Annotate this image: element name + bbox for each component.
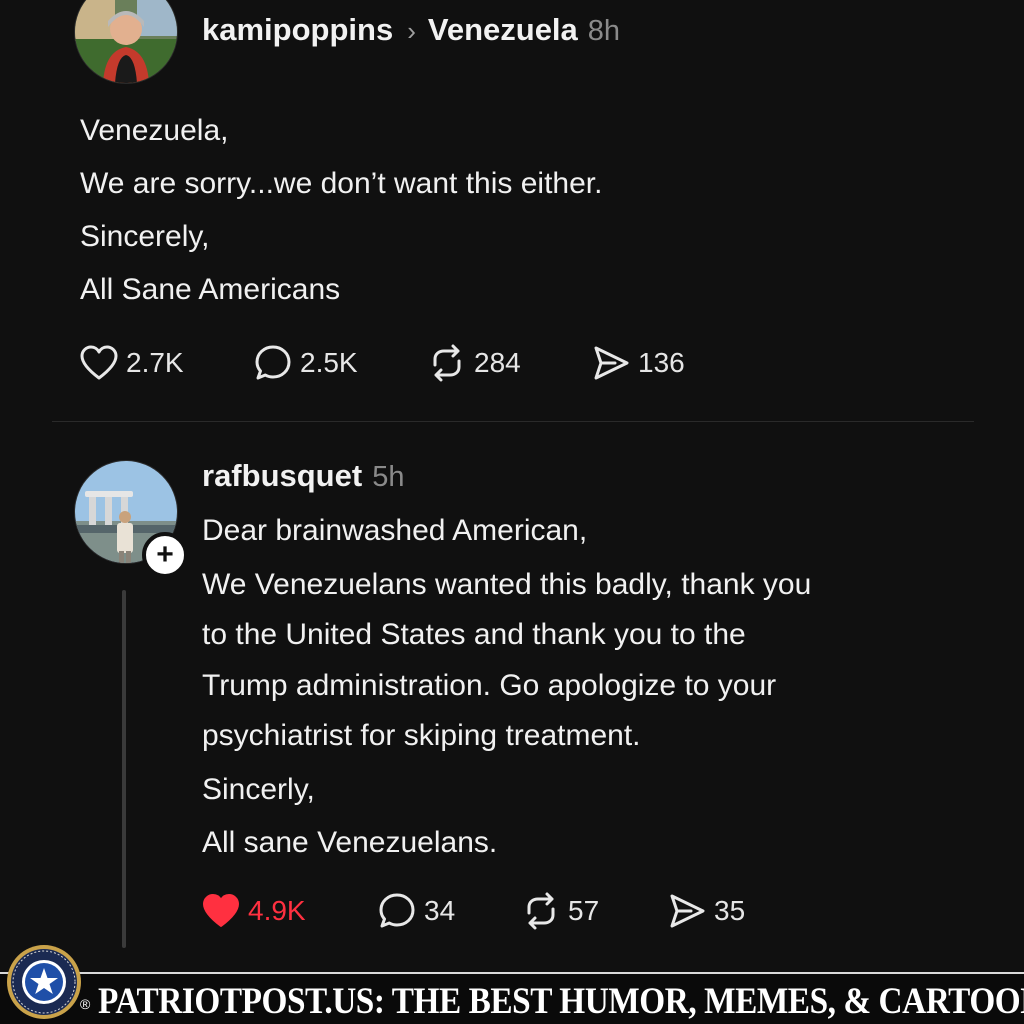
reply-count: 2.5K: [300, 347, 358, 378]
reply-button[interactable]: 2.5K: [252, 343, 426, 383]
reply-repost-button[interactable]: 57: [520, 891, 666, 931]
post-header: kamipoppins › Venezuela 8h: [202, 12, 620, 48]
reply-header: rafbusquet 5h: [202, 458, 404, 494]
post-line: Sincerely,: [80, 220, 210, 253]
send-icon: [590, 343, 632, 383]
thread-line: [122, 590, 126, 948]
reply-repost-count: 57: [568, 895, 600, 926]
follow-plus-button[interactable]: +: [142, 532, 188, 578]
reply-line: to the United States and thank you to th…: [202, 618, 746, 651]
repost-arrows-icon: [520, 891, 562, 931]
reply-line: Trump administration. Go apologize to yo…: [202, 668, 777, 702]
reply-reply-button[interactable]: 34: [376, 891, 520, 931]
reply-line: Dear brainwashed American,: [202, 514, 588, 547]
reply-line: Sincerly,: [202, 772, 315, 806]
send-icon: [666, 891, 708, 931]
reply-line: psychiatrist for skiping treatment.: [202, 719, 641, 752]
post-line: Venezuela,: [80, 114, 229, 147]
divider: [52, 421, 974, 422]
registered-mark: ®: [80, 996, 91, 1012]
repost-count: 284: [474, 347, 521, 378]
screenshot: kamipoppins › Venezuela 8h Venezuela, We…: [0, 0, 1024, 1024]
reply-line: All sane Venezuelans.: [202, 826, 498, 859]
post-community[interactable]: Venezuela: [428, 12, 578, 48]
post-actions: 2.7K 2.5K 284 136: [78, 343, 730, 383]
reply-line: We Venezuelans wanted this badly, thank …: [202, 567, 812, 601]
reply-actions: 4.9K 34 57 35: [200, 891, 776, 931]
reply-share-button[interactable]: 35: [666, 891, 776, 931]
like-button[interactable]: 2.7K: [78, 343, 252, 383]
reply-like-count: 4.9K: [248, 895, 306, 926]
patriotpost-seal-icon: [6, 944, 82, 1020]
reply-username[interactable]: rafbusquet: [202, 458, 362, 494]
reply-body: Dear brainwashed American, We Venezuelan…: [202, 506, 811, 869]
post-line: All Sane Americans: [80, 273, 341, 306]
share-button[interactable]: 136: [590, 343, 730, 383]
post-username[interactable]: kamipoppins: [202, 12, 393, 48]
heart-filled-icon: [200, 891, 242, 931]
avatar-kamipoppins[interactable]: [74, 0, 178, 84]
post-body: Venezuela, We are sorry...we don’t want …: [80, 104, 602, 316]
post-timestamp: 8h: [587, 15, 621, 47]
share-count: 136: [638, 347, 685, 378]
post-line: We are sorry...we don’t want this either…: [80, 167, 603, 200]
repost-button[interactable]: 284: [426, 343, 590, 383]
reply-share-count: 35: [714, 895, 746, 926]
reply-timestamp: 5h: [372, 461, 405, 493]
reply-reply-count: 34: [424, 895, 456, 926]
comment-bubble-icon: [376, 891, 418, 931]
watermark-text: PATRIOTPOST.US: THE BEST HUMOR, MEMES, &…: [98, 981, 1024, 1022]
comment-bubble-icon: [252, 343, 294, 383]
reply-like-button[interactable]: 4.9K: [200, 891, 376, 931]
chevron-right-icon: ›: [407, 16, 416, 46]
heart-icon: [78, 343, 120, 383]
repost-arrows-icon: [426, 343, 468, 383]
like-count: 2.7K: [126, 347, 184, 378]
